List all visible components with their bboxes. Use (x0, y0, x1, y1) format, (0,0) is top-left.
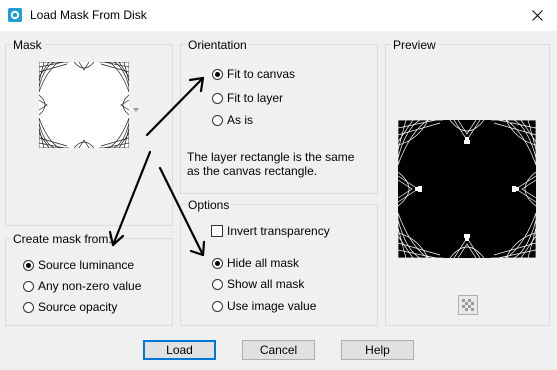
annotation-arrows (108, 76, 206, 257)
arrow-to-create-mask (111, 150, 152, 247)
arrow-to-options (158, 166, 205, 257)
arrow-to-orientation (145, 76, 205, 137)
